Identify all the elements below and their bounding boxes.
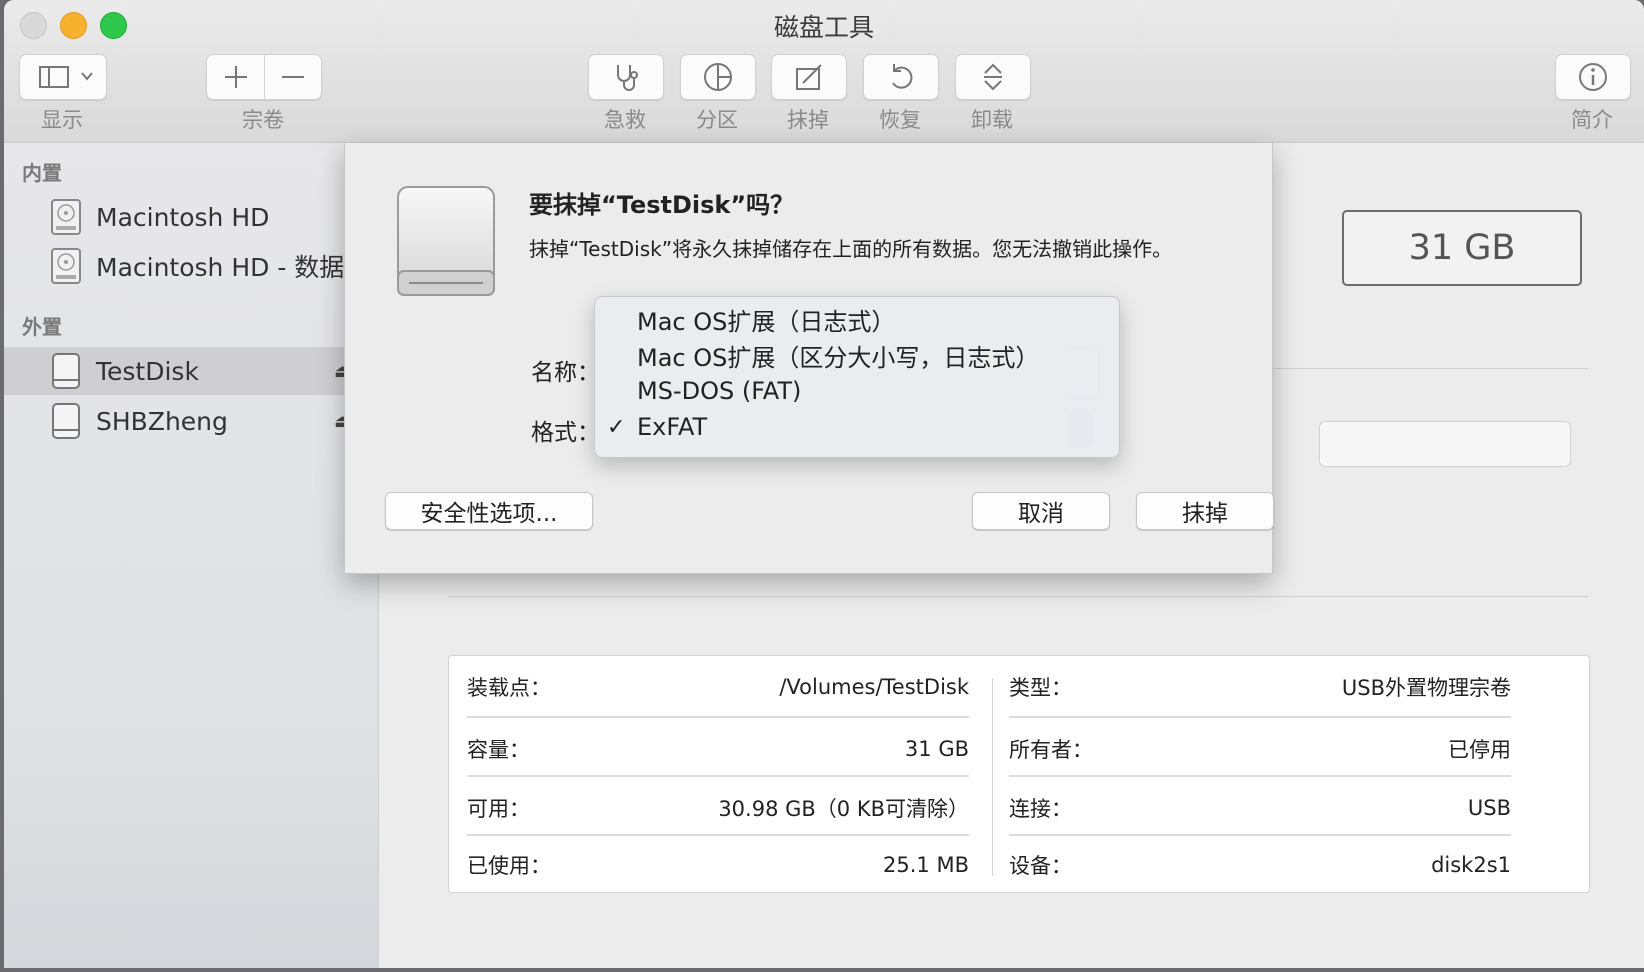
info-value: 25.1 MB <box>883 852 969 877</box>
info-row-mount-point: 装载点： /Volumes/TestDisk <box>467 656 969 717</box>
sidebar-item-label: TestDisk <box>96 356 199 386</box>
internal-section-title: 内置 <box>22 161 62 185</box>
erase-button[interactable]: 抹掉 <box>1136 492 1274 530</box>
erase-toolbar-button[interactable] <box>771 54 847 100</box>
erase-pencil-icon <box>796 64 822 90</box>
internal-disk-icon <box>51 199 81 235</box>
erase-label: 抹掉 <box>787 108 829 132</box>
info-button[interactable] <box>1555 54 1631 100</box>
menu-item-label: ExFAT <box>637 413 708 441</box>
sidebar-item-testdisk[interactable]: TestDisk ⏏ <box>4 347 378 395</box>
pie-chart-icon <box>704 63 732 91</box>
menu-item-label: MS-DOS (FAT) <box>637 377 802 405</box>
menu-item-label: Mac OS扩展（区分大小写，日志式） <box>637 343 1040 372</box>
name-label: 名称： <box>531 360 600 386</box>
info-row-connection: 连接： USB <box>1009 777 1511 838</box>
info-row-owner: 所有者： 已停用 <box>1009 718 1511 779</box>
view-button[interactable] <box>19 54 107 100</box>
restore-label: 恢复 <box>879 108 921 132</box>
checkmark-icon: ✓ <box>607 414 626 440</box>
sidebar-item-shbzheng[interactable]: SHBZheng ⏏ <box>4 397 378 445</box>
restore-button[interactable] <box>863 54 939 100</box>
info-value: 30.98 GB（0 KB可清除） <box>718 796 969 821</box>
info-key: 连接： <box>1009 796 1072 821</box>
info-row-capacity: 容量： 31 GB <box>467 718 969 779</box>
volume-label: 宗卷 <box>242 108 284 132</box>
info-key: 类型： <box>1009 675 1072 700</box>
disk-utility-window: 磁盘工具 显示 宗卷 急救 分区 抹掉 恢复 卸载 简介 内置 Macintos… <box>4 0 1644 968</box>
unmount-icon <box>984 63 1002 91</box>
internal-disk-icon <box>51 248 81 284</box>
unmount-button[interactable] <box>955 54 1031 100</box>
cancel-button[interactable]: 取消 <box>972 492 1110 530</box>
view-label: 显示 <box>41 108 83 132</box>
info-value: 已停用 <box>1448 737 1511 762</box>
info-key: 所有者： <box>1009 737 1093 762</box>
minus-icon <box>282 76 304 78</box>
info-value: USB <box>1467 795 1511 820</box>
external-drive-icon <box>397 186 495 296</box>
sidebar-item-macintosh-hd-data[interactable]: Macintosh HD - 数据 <box>4 242 378 290</box>
info-value: /Volumes/TestDisk <box>779 674 969 699</box>
plus-icon <box>224 66 247 88</box>
info-value: disk2s1 <box>1431 852 1511 877</box>
menu-item-mac-os-extended-journaled[interactable]: Mac OS扩展（日志式） <box>595 301 1119 337</box>
window-title: 磁盘工具 <box>773 13 874 42</box>
sidebar: 内置 Macintosh HD Macintosh HD - 数据 外置 Tes… <box>4 143 379 968</box>
sidebar-item-label: Macintosh HD - 数据 <box>96 253 345 282</box>
sidebar-item-label: Macintosh HD <box>96 202 270 232</box>
info-key: 容量： <box>467 737 530 762</box>
menu-item-label: Mac OS扩展（日志式） <box>637 307 896 336</box>
restore-arrow-icon <box>892 64 913 89</box>
menu-item-mac-os-extended-case-sensitive[interactable]: Mac OS扩展（区分大小写，日志式） <box>595 337 1119 373</box>
unmount-label: 卸载 <box>971 108 1013 132</box>
usage-bar <box>1319 421 1571 467</box>
external-disk-icon <box>52 353 80 389</box>
column-separator <box>992 678 993 876</box>
info-row-type: 类型： USB外置物理宗卷 <box>1009 656 1511 717</box>
format-label: 格式： <box>531 420 600 446</box>
info-icon <box>1579 63 1607 91</box>
format-menu: Mac OS扩展（日志式） Mac OS扩展（区分大小写，日志式） MS-DOS… <box>594 296 1120 458</box>
info-key: 装载点： <box>467 675 551 700</box>
sidebar-toggle-icon <box>39 66 93 88</box>
info-row-device: 设备： disk2s1 <box>1009 834 1511 895</box>
divider <box>448 596 1588 597</box>
info-row-used: 已使用： 25.1 MB <box>467 834 969 895</box>
info-value: 31 GB <box>904 736 969 761</box>
first-aid-button[interactable] <box>588 54 664 100</box>
security-options-button[interactable]: 安全性选项... <box>385 492 593 530</box>
dialog-message: 抹掉“TestDisk”将永久抹掉储存在上面的所有数据。您无法撤销此操作。 <box>529 237 1173 261</box>
partition-label: 分区 <box>696 108 738 132</box>
info-key: 已使用： <box>467 853 551 878</box>
info-key: 可用： <box>467 796 530 821</box>
toolbar: 磁盘工具 显示 宗卷 急救 分区 抹掉 恢复 卸载 简介 <box>4 0 1644 143</box>
sidebar-item-macintosh-hd[interactable]: Macintosh HD <box>4 193 378 241</box>
menu-item-exfat[interactable]: ✓ ExFAT <box>595 409 1119 445</box>
volume-segmented-control <box>206 54 322 100</box>
info-key: 设备： <box>1009 853 1072 878</box>
stethoscope-icon <box>617 65 638 91</box>
partition-button[interactable] <box>680 54 756 100</box>
add-volume-button[interactable] <box>207 55 264 99</box>
dialog-title: 要抹掉“TestDisk”吗？ <box>529 191 795 219</box>
remove-volume-button[interactable] <box>265 55 321 99</box>
first-aid-label: 急救 <box>604 108 646 132</box>
info-value: USB外置物理宗卷 <box>1341 675 1511 700</box>
sidebar-item-label: SHBZheng <box>96 406 228 436</box>
info-row-available: 可用： 30.98 GB（0 KB可清除） <box>467 777 969 838</box>
external-disk-icon <box>52 403 80 439</box>
external-section-title: 外置 <box>22 315 62 339</box>
menu-item-ms-dos-fat[interactable]: MS-DOS (FAT) <box>595 373 1119 409</box>
info-label: 简介 <box>1571 108 1613 132</box>
info-table: 装载点： /Volumes/TestDisk 容量： 31 GB 可用： 30.… <box>448 655 1590 893</box>
capacity-badge: 31 GB <box>1342 210 1582 286</box>
